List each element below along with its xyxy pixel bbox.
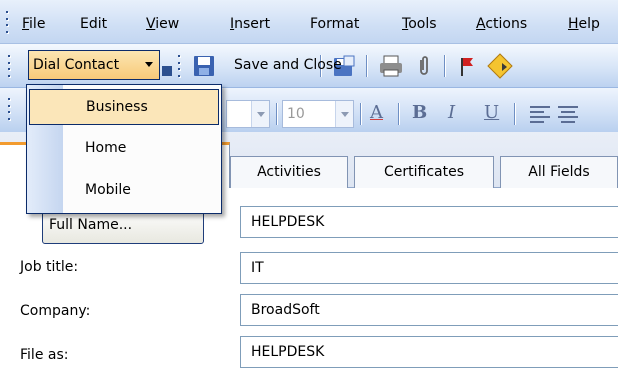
job-title-label: Job title: xyxy=(20,259,79,275)
chevron-down-icon xyxy=(341,112,349,117)
toolbar-separator xyxy=(276,103,277,125)
file-as-input[interactable]: HELPDESK xyxy=(240,336,618,368)
formatting-grip[interactable] xyxy=(8,98,11,120)
menu-help[interactable]: Help xyxy=(568,15,600,33)
menu-option-home[interactable]: Home xyxy=(29,131,219,167)
tab-activities[interactable]: Activities xyxy=(230,156,348,188)
company-value: BroadSoft xyxy=(251,302,320,318)
menu-bar: File Edit View Insert Format Tools Actio… xyxy=(0,0,618,44)
print-icon[interactable] xyxy=(378,54,404,78)
font-size-value: 10 xyxy=(287,106,305,122)
menu-actions[interactable]: Actions xyxy=(476,15,527,33)
font-size-dropdown[interactable] xyxy=(335,101,353,127)
save-and-close-label: Save and Close xyxy=(234,57,342,73)
menu-tools[interactable]: Tools xyxy=(402,15,437,33)
tab-all-fields[interactable]: All Fields xyxy=(500,156,618,188)
menu-file[interactable]: File xyxy=(22,15,45,33)
toolbar-separator xyxy=(514,103,515,125)
full-name-value: HELPDESK xyxy=(251,214,325,230)
font-name-combo[interactable] xyxy=(226,100,270,128)
file-as-value: HELPDESK xyxy=(251,344,325,360)
dial-contact-label: Dial Contact xyxy=(33,57,120,73)
full-name-button-label: Full Name... xyxy=(49,217,133,233)
save-and-close-button[interactable]: Save and Close xyxy=(234,56,342,74)
menu-option-home-label: Home xyxy=(85,140,127,156)
menu-option-mobile-label: Mobile xyxy=(85,182,131,198)
font-name-dropdown[interactable] xyxy=(251,101,269,127)
tab-certificates-label: Certificates xyxy=(383,164,464,180)
toolbar-options-icon[interactable] xyxy=(162,66,172,76)
chevron-down-icon xyxy=(145,62,153,67)
font-color-button[interactable]: A xyxy=(370,98,383,128)
menu-insert[interactable]: Insert xyxy=(230,15,270,33)
toolbar-separator xyxy=(398,103,399,125)
paperclip-icon[interactable] xyxy=(414,54,434,78)
tab-all-fields-label: All Fields xyxy=(528,164,590,180)
menu-option-mobile[interactable]: Mobile xyxy=(29,173,219,209)
align-center-icon[interactable] xyxy=(556,103,580,125)
company-label: Company: xyxy=(20,303,91,319)
menu-format[interactable]: Format xyxy=(310,15,359,33)
tab-activities-label: Activities xyxy=(257,164,321,180)
diamond-arrow-icon[interactable] xyxy=(486,52,514,80)
dial-contact-menu: Business Home Mobile xyxy=(26,84,222,214)
align-left-icon[interactable] xyxy=(528,103,552,125)
menu-edit[interactable]: Edit xyxy=(80,15,107,33)
toolbar-grip[interactable] xyxy=(8,55,11,77)
bold-button[interactable]: B xyxy=(412,98,427,128)
file-as-label: File as: xyxy=(20,347,69,363)
toolbar-grip-2[interactable] xyxy=(178,55,181,77)
toolbar-separator xyxy=(366,55,367,77)
full-name-input[interactable]: HELPDESK xyxy=(240,206,618,238)
menu-option-business-label: Business xyxy=(86,99,148,115)
job-title-input[interactable]: IT xyxy=(240,252,618,284)
chevron-down-icon xyxy=(257,112,265,117)
toolbar-separator xyxy=(444,55,445,77)
font-size-combo[interactable]: 10 xyxy=(282,100,354,128)
save-icon[interactable] xyxy=(192,54,216,78)
underline-button[interactable]: U xyxy=(484,98,499,128)
dial-contact-button[interactable]: Dial Contact xyxy=(28,50,160,80)
tab-certificates[interactable]: Certificates xyxy=(354,156,494,188)
job-title-value: IT xyxy=(251,260,264,276)
toolbar-separator xyxy=(360,103,361,125)
menubar-grip[interactable] xyxy=(6,11,9,33)
menu-view[interactable]: View xyxy=(146,15,179,33)
italic-button[interactable]: I xyxy=(448,98,455,128)
company-input[interactable]: BroadSoft xyxy=(240,294,618,326)
flag-icon[interactable] xyxy=(456,54,478,78)
menu-option-business[interactable]: Business xyxy=(29,89,219,125)
